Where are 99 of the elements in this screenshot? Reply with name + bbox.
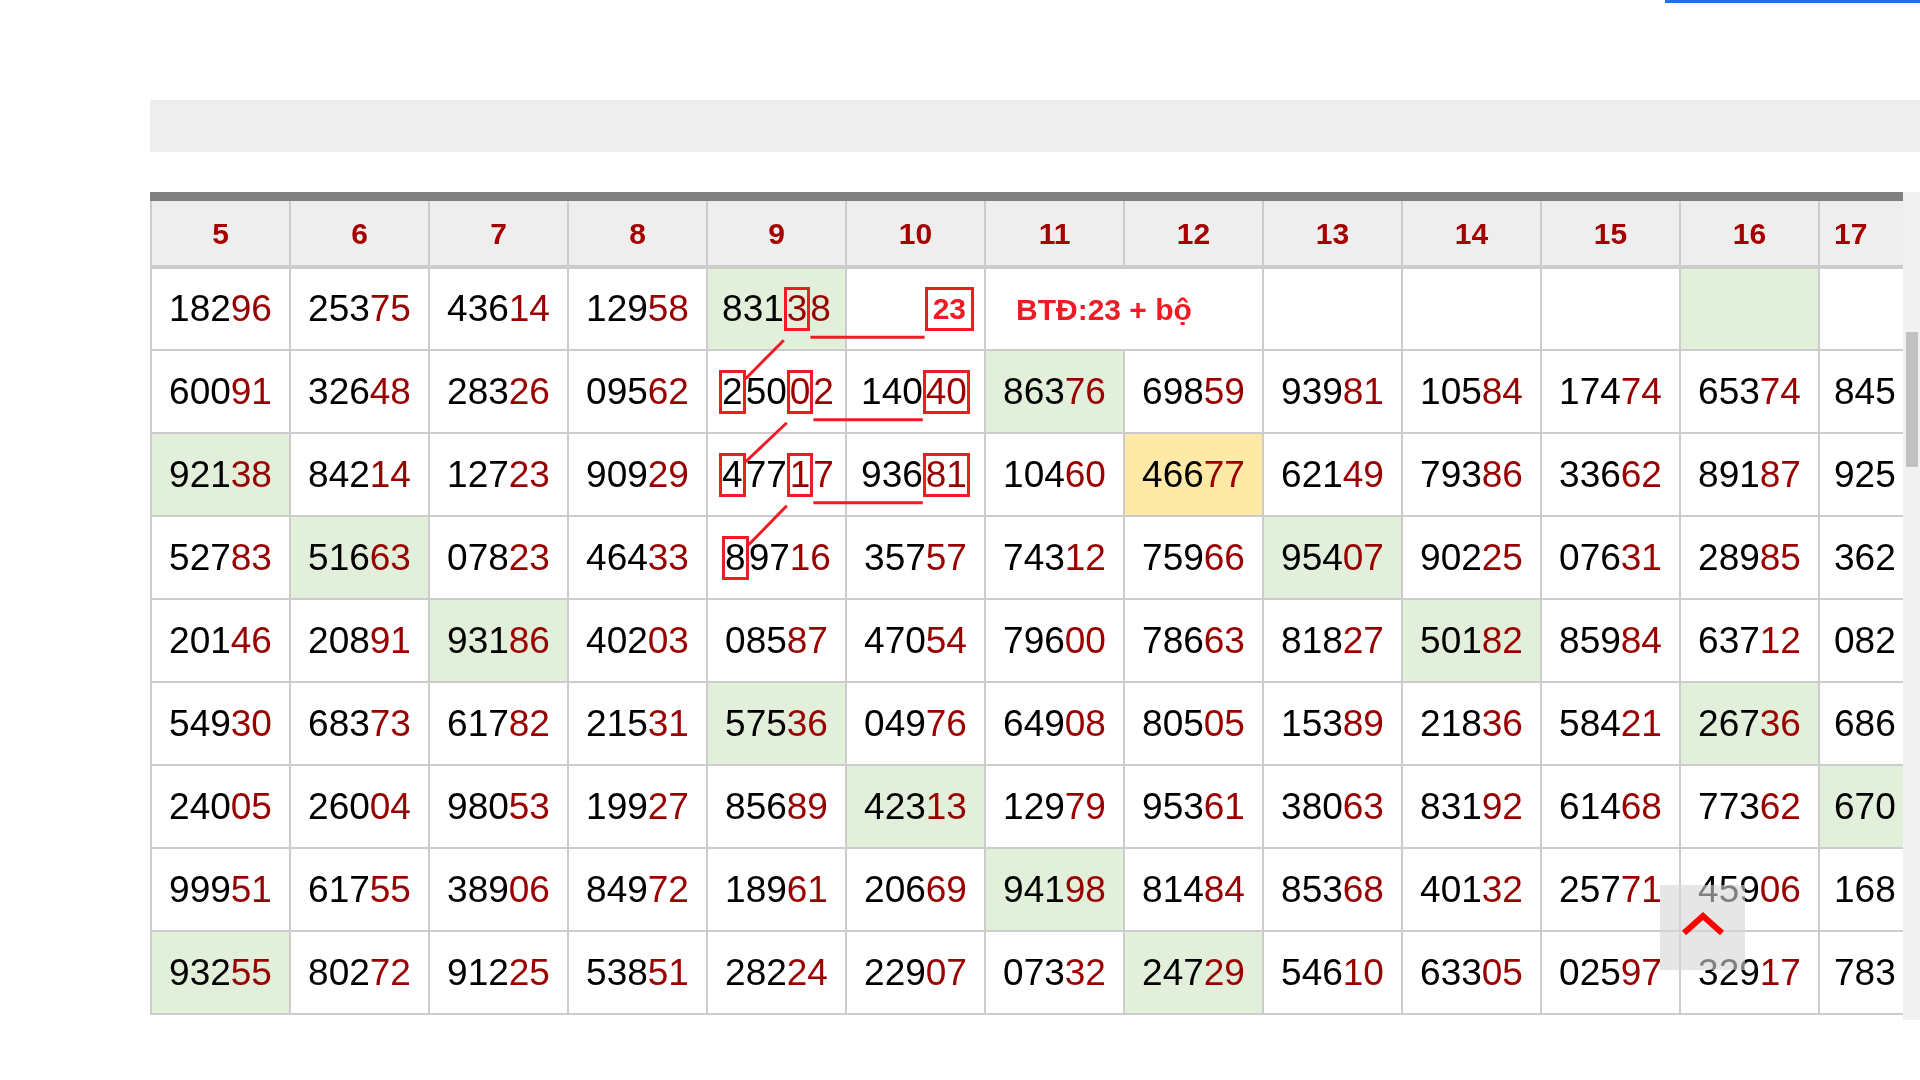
table-cell: 65374: [1680, 350, 1819, 433]
table-cell: 24005: [151, 765, 290, 848]
table-cell: 28985: [1680, 516, 1819, 599]
table-cell: 51663: [290, 516, 429, 599]
table-cell: 84972: [568, 848, 707, 931]
column-header: 8: [568, 201, 707, 267]
table-cell: 80505: [1124, 682, 1263, 765]
table-cell: 61755: [290, 848, 429, 931]
column-header: 9: [707, 201, 846, 267]
table-cell: 33662: [1541, 433, 1680, 516]
table-cell: 68373: [290, 682, 429, 765]
table-cell: 50182: [1402, 599, 1541, 682]
table-cell: 90929: [568, 433, 707, 516]
table-cell: 40203: [568, 599, 707, 682]
caret-up-icon: [1680, 912, 1725, 936]
table-cell: 86376: [985, 350, 1124, 433]
scrollbar[interactable]: [1903, 192, 1920, 1020]
connector-line: [744, 339, 785, 380]
table-cell: 14040: [846, 350, 985, 433]
table-cell: 09562: [568, 350, 707, 433]
marked-number: 23: [924, 287, 974, 331]
table-cell: 28224: [707, 931, 846, 1014]
table-cell: 54610: [1263, 931, 1402, 1014]
table-cell: 21836: [1402, 682, 1541, 765]
table-cell: 46677: [1124, 433, 1263, 516]
table-cell: 93681: [846, 433, 985, 516]
table-cell: 92138: [151, 433, 290, 516]
connector-line: [744, 421, 788, 463]
table-cell: 28326: [429, 350, 568, 433]
table-cell: 35757: [846, 516, 985, 599]
table-cell: 64908: [985, 682, 1124, 765]
column-header: 12: [1124, 201, 1263, 267]
table-cell: 26736: [1680, 682, 1819, 765]
table-cell: 54930: [151, 682, 290, 765]
table-cell: 79600: [985, 599, 1124, 682]
table-cell: 18296: [151, 267, 290, 350]
table-cell: 93255: [151, 931, 290, 1014]
table-cell: 45906: [1680, 848, 1819, 931]
table-cell: 85368: [1263, 848, 1402, 931]
table-cell: 19927: [568, 765, 707, 848]
table-cell: 25771: [1541, 848, 1680, 931]
table-cell: 91225: [429, 931, 568, 1014]
table-cell: 89187: [1680, 433, 1819, 516]
table-cell: 12723: [429, 433, 568, 516]
table-cell: 46433: [568, 516, 707, 599]
table-cell: 80272: [290, 931, 429, 1014]
table-cell: 38063: [1263, 765, 1402, 848]
column-header: 16: [1680, 201, 1819, 267]
table-cell: 95361: [1124, 765, 1263, 848]
table-cell: 83138: [707, 267, 846, 350]
table-cell: 22907: [846, 931, 985, 1014]
column-header: 11: [985, 201, 1124, 267]
table-cell: 85984: [1541, 599, 1680, 682]
column-header: 13: [1263, 201, 1402, 267]
table-cell: 25002: [707, 350, 846, 433]
table-cell: 670: [1819, 765, 1903, 848]
table-cell: 42313: [846, 765, 985, 848]
table-cell: 94198: [985, 848, 1124, 931]
table-cell: 07631: [1541, 516, 1680, 599]
table-cell: 38906: [429, 848, 568, 931]
table-cell: 15389: [1263, 682, 1402, 765]
table-cell: 61782: [429, 682, 568, 765]
table-cell: 24729: [1124, 931, 1263, 1014]
table-cell: 61468: [1541, 765, 1680, 848]
table-cell: 20146: [151, 599, 290, 682]
table-cell: 26004: [290, 765, 429, 848]
table-cell: 32917: [1680, 931, 1819, 1014]
column-header: 6: [290, 201, 429, 267]
column-header: 14: [1402, 201, 1541, 267]
table-cell: 18961: [707, 848, 846, 931]
table-cell: 53851: [568, 931, 707, 1014]
table-cell: 47054: [846, 599, 985, 682]
table-cell: 10584: [1402, 350, 1541, 433]
table-cell: 93981: [1263, 350, 1402, 433]
table-cell: 17474: [1541, 350, 1680, 433]
table-cell: 47717: [707, 433, 846, 516]
table-cell: 25375: [290, 267, 429, 350]
table-cell: 98053: [429, 765, 568, 848]
connector-line: [747, 504, 788, 546]
table-cell: 83192: [1402, 765, 1541, 848]
column-header: 15: [1541, 201, 1680, 267]
column-header: 7: [429, 201, 568, 267]
table-cell: 02597: [1541, 931, 1680, 1014]
table-cell: 43614: [429, 267, 568, 350]
table-cell: 74312: [985, 516, 1124, 599]
table-cell: 89716: [707, 516, 846, 599]
column-header: 17: [1819, 201, 1903, 267]
table-cell: 57536: [707, 682, 846, 765]
annotation-note: BTĐ:23 + bộ: [1016, 292, 1192, 326]
table-cell: 32648: [290, 350, 429, 433]
table-cell: 79386: [1402, 433, 1541, 516]
table-cell: 40132: [1402, 848, 1541, 931]
table-cell: 78663: [1124, 599, 1263, 682]
table-cell: 63305: [1402, 931, 1541, 1014]
table-cell: 93186: [429, 599, 568, 682]
scrollbar-thumb[interactable]: [1905, 332, 1918, 467]
table-cell: 95407: [1263, 516, 1402, 599]
column-header: 5: [151, 201, 290, 267]
column-header: 10: [846, 201, 985, 267]
